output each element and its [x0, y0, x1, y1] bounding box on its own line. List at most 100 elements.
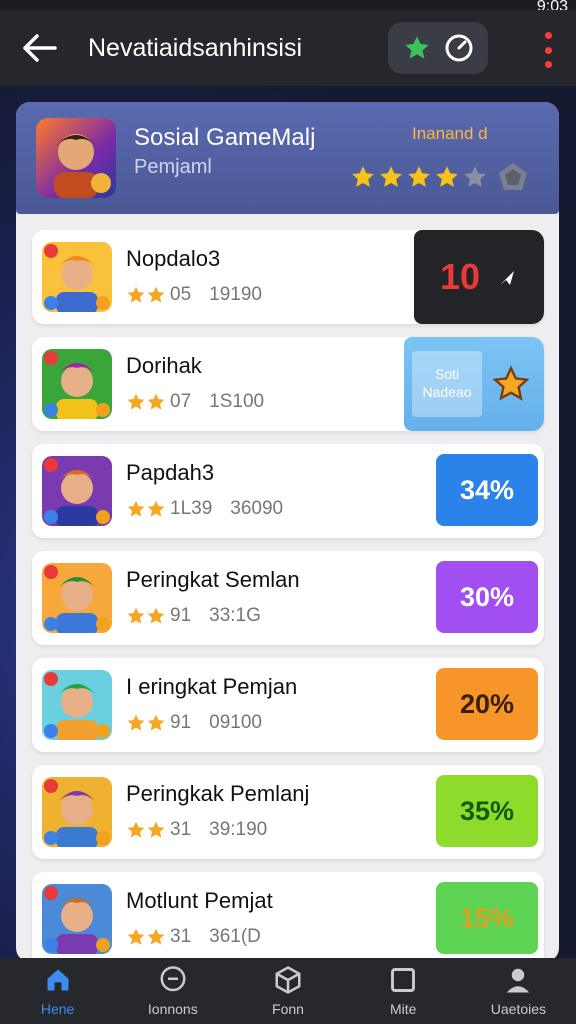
back-button[interactable] — [10, 18, 70, 78]
player-meta: 91 33:1G — [126, 605, 261, 627]
star-icon — [352, 166, 374, 187]
nav-item-uaetoies[interactable]: Uaetoies — [461, 958, 576, 1024]
star-icon — [126, 392, 166, 412]
list-item[interactable]: I eringkat Pemjan 91 09100 20% — [32, 658, 544, 752]
player-avatar — [42, 563, 112, 633]
star-icon — [408, 166, 430, 187]
cube-icon — [273, 965, 303, 995]
bottom-nav: Hene Ionnons Fonn Mite Uaetoies — [0, 958, 576, 1024]
percent-tile[interactable]: 35% — [436, 775, 538, 847]
star-icon — [380, 166, 402, 187]
nav-item-ionnons[interactable]: Ionnons — [115, 958, 230, 1024]
player-avatar — [42, 884, 112, 954]
nav-label: Fonn — [272, 1001, 304, 1017]
player-name: Papdah3 — [126, 460, 215, 485]
nav-item-hene[interactable]: Hene — [0, 958, 115, 1024]
player-rating: 1L39 — [170, 498, 213, 519]
player-name: Dorihak — [126, 353, 202, 378]
screen: 9:03 Nevatiaidsanhinsisi Sosial GameMalj… — [0, 0, 576, 1024]
nav-item-mite[interactable]: Mite — [346, 958, 461, 1024]
header-title: Sosial GameMalj — [134, 124, 316, 151]
player-meta: 07 1S100 — [126, 391, 264, 413]
percent-tile[interactable]: 20% — [436, 668, 538, 740]
percent-value: 34% — [459, 474, 515, 505]
player-name: Nopdalo3 — [126, 246, 221, 271]
player-name: Motlunt Pemjat — [126, 888, 273, 913]
player-score: 1S100 — [209, 391, 265, 412]
social-tile[interactable]: Soti Nadeao — [404, 337, 544, 431]
header-card: Sosial GameMalj Pemjaml Inanand d — [16, 102, 559, 214]
percent-tile[interactable]: 34% — [436, 454, 538, 526]
star-empty-icon — [464, 166, 486, 187]
player-meta: 31 361(D — [126, 926, 261, 948]
profile-icon — [503, 965, 533, 995]
percent-value: 30% — [459, 581, 515, 612]
badge-icon — [492, 365, 530, 410]
player-score: 33:1G — [209, 605, 261, 626]
player-avatar — [42, 777, 112, 847]
player-name: Peringkak Pemlanj — [126, 781, 310, 806]
nav-label: Uaetoies — [490, 1001, 547, 1017]
player-score: 09100 — [209, 712, 262, 733]
star-icon — [126, 713, 166, 733]
nav-label: Ionnons — [147, 1001, 198, 1017]
list-item[interactable]: Peringkak Pemlanj 31 39:190 35% — [32, 765, 544, 859]
header-subtitle: Pemjaml — [134, 156, 212, 178]
player-rating: 91 — [170, 605, 192, 626]
social-label-line: Nadeao — [422, 384, 472, 400]
player-list: Nopdalo3 05 19190 10 Dorihak 07 1S100 Soti Nade… — [32, 230, 544, 962]
list-item[interactable]: Motlunt Pemjat 31 361(D 15% — [32, 872, 544, 962]
player-rating: 07 — [170, 391, 192, 412]
nav-item-fonn[interactable]: Fonn — [230, 958, 345, 1024]
rank-value: 10 — [439, 256, 481, 297]
speedometer-icon[interactable] — [444, 33, 474, 63]
nav-label: Mite — [389, 1001, 417, 1017]
list-item[interactable]: Nopdalo3 05 19190 10 — [32, 230, 544, 324]
percent-tile[interactable]: 30% — [436, 561, 538, 633]
percent-value: 20% — [459, 688, 515, 719]
square-icon — [388, 965, 418, 995]
list-item[interactable]: Papdah3 1L39 36090 34% — [32, 444, 544, 538]
player-rating: 91 — [170, 712, 192, 733]
player-meta: 91 09100 — [126, 712, 262, 734]
player-rating: 05 — [170, 284, 192, 305]
player-name: I eringkat Pemjan — [126, 674, 298, 699]
badge-icon — [499, 163, 527, 190]
player-score: 39:190 — [209, 819, 268, 840]
arrow-left-icon — [23, 34, 57, 62]
percent-value: 35% — [459, 795, 515, 826]
player-avatar — [42, 242, 112, 312]
player-meta: 1L39 36090 — [126, 498, 283, 520]
game-avatar — [36, 118, 116, 198]
list-item[interactable]: Peringkat Semlan 91 33:1G 30% — [32, 551, 544, 645]
app-bar: Nevatiaidsanhinsisi — [0, 10, 576, 86]
star-icon — [126, 499, 166, 519]
leaderboard-panel: Sosial GameMalj Pemjaml Inanand d Nopdal… — [16, 102, 559, 962]
star-icon — [126, 820, 166, 840]
star-icon — [126, 927, 166, 947]
player-avatar — [42, 670, 112, 740]
header-rating — [350, 160, 530, 194]
player-score: 19190 — [209, 284, 262, 305]
social-label-line: Soti — [434, 366, 460, 382]
player-rating: 31 — [170, 819, 192, 840]
player-score: 361(D — [209, 926, 261, 947]
percent-value: 15% — [459, 902, 515, 933]
player-rating: 31 — [170, 926, 192, 947]
page-title: Nevatiaidsanhinsisi — [88, 33, 303, 62]
more-options-button[interactable] — [542, 32, 554, 68]
star-icon — [126, 606, 166, 626]
header-label: Inanand d — [412, 124, 488, 143]
player-meta: 05 19190 — [126, 284, 262, 306]
player-meta: 31 39:190 — [126, 819, 267, 841]
social-label: Soti Nadeao — [412, 351, 482, 417]
player-avatar — [42, 456, 112, 526]
home-icon — [43, 965, 73, 995]
cursor-icon — [496, 256, 518, 298]
star-icon — [436, 166, 458, 187]
list-item[interactable]: Dorihak 07 1S100 Soti Nadeao — [32, 337, 544, 431]
appbar-actions — [388, 22, 488, 74]
rank-tile[interactable]: 10 — [414, 230, 544, 324]
percent-tile[interactable]: 15% — [436, 882, 538, 954]
star-icon[interactable] — [403, 34, 431, 62]
